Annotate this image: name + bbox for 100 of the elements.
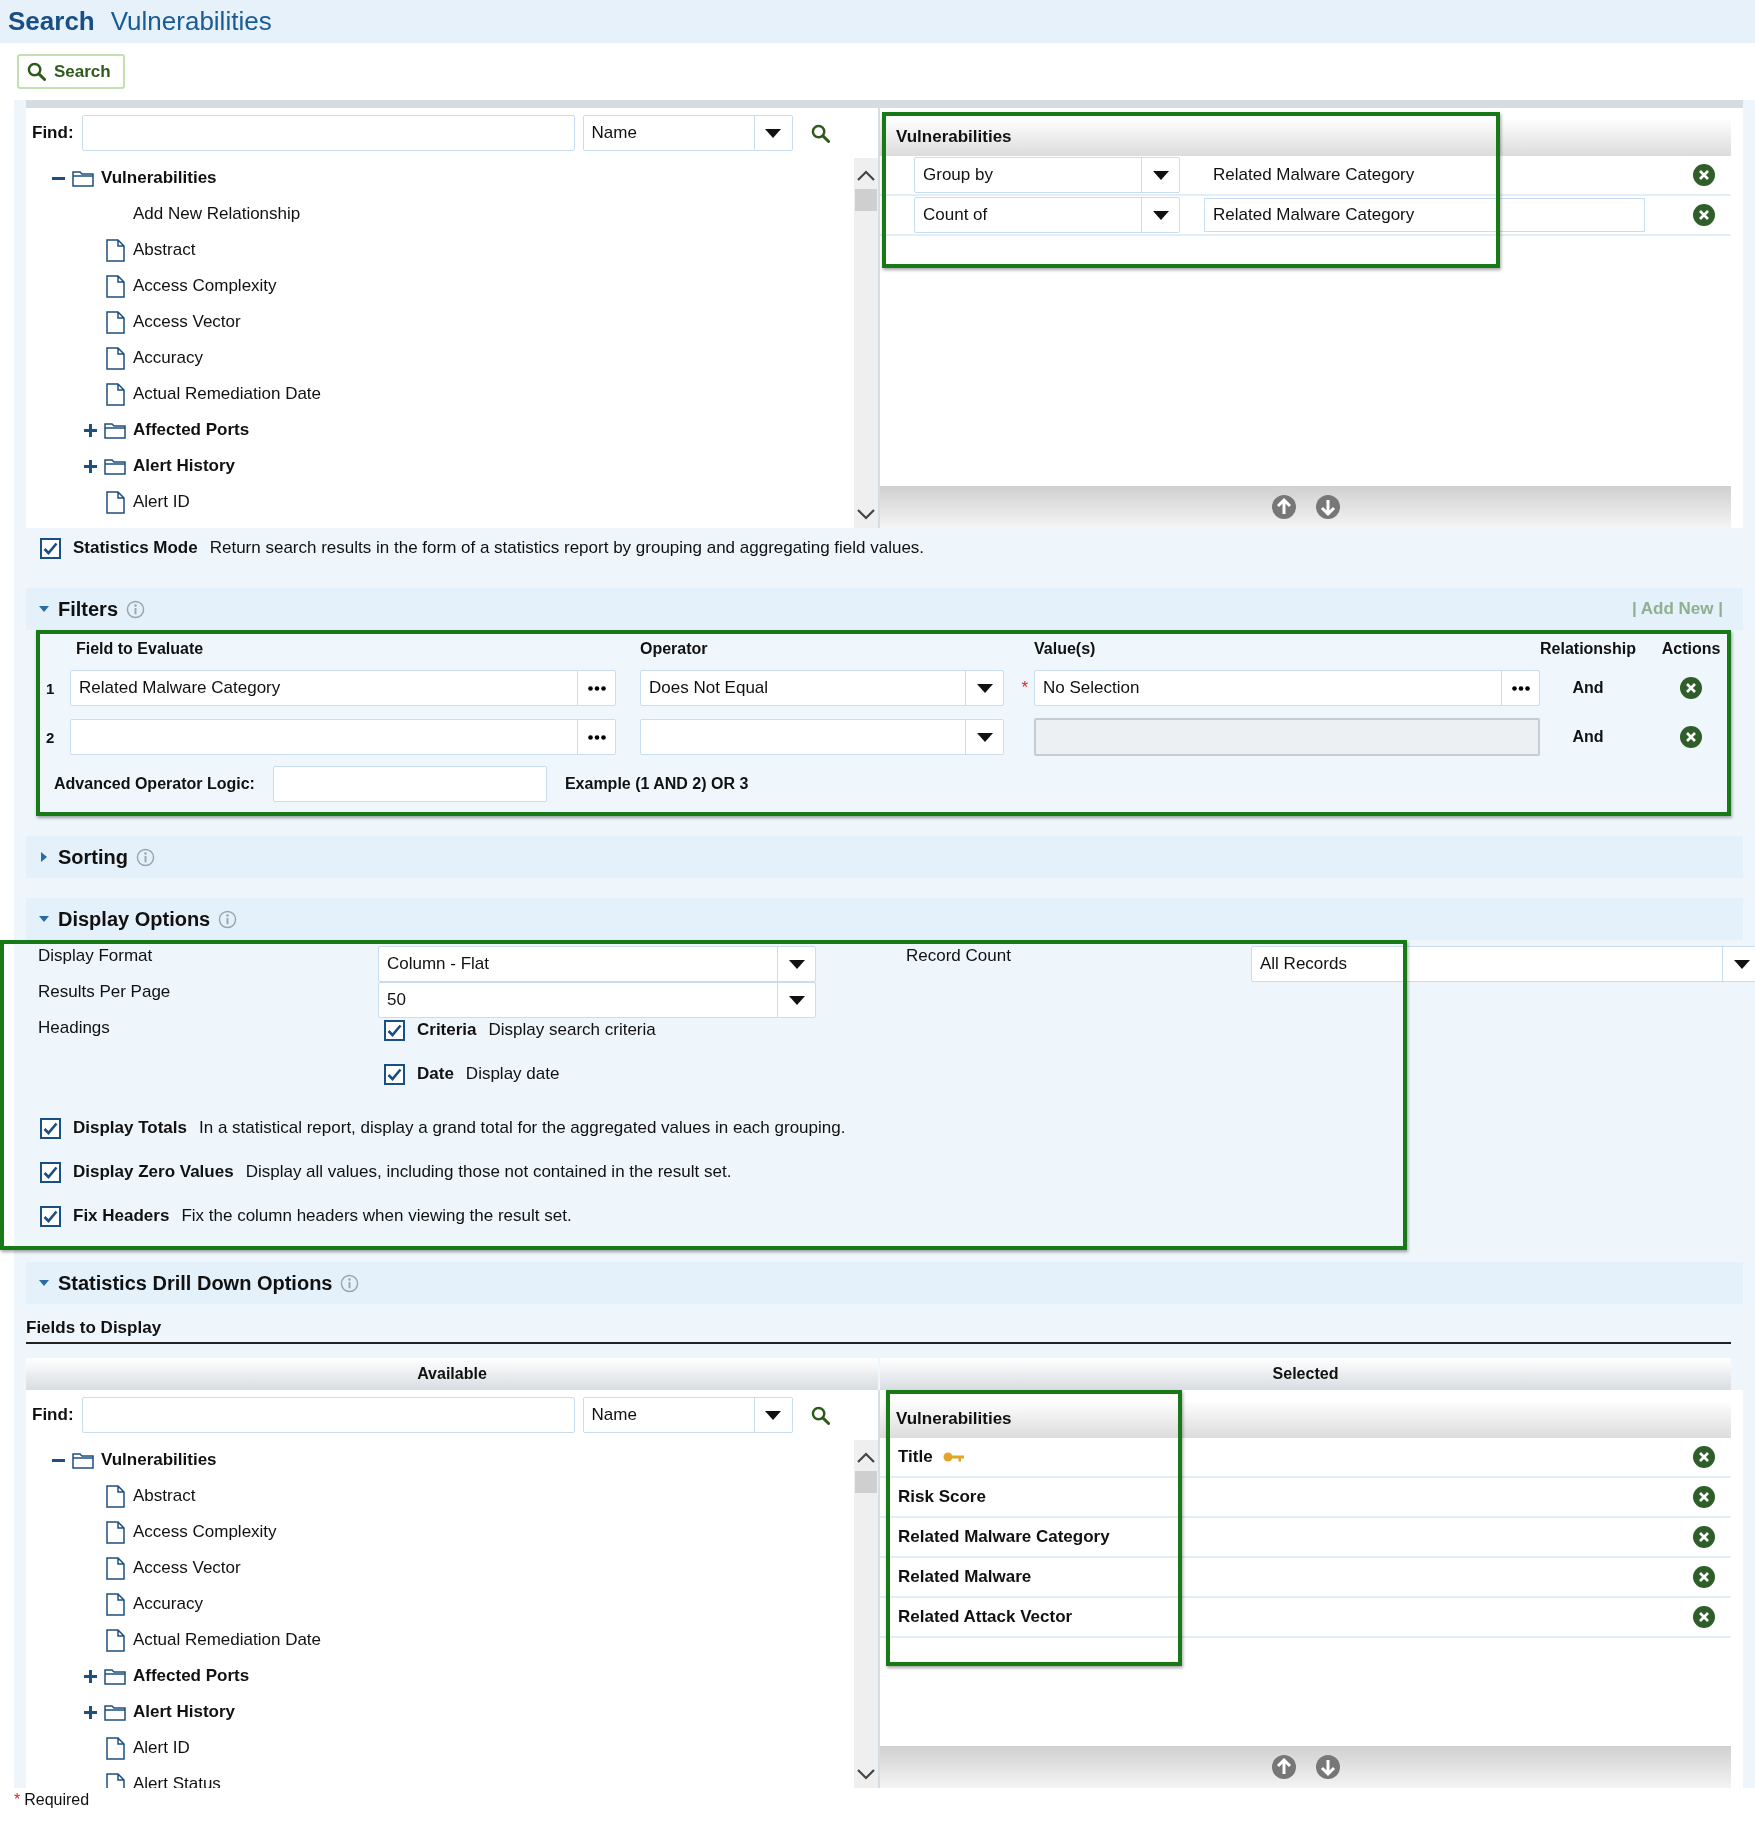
tree-item[interactable]: Accuracy — [133, 348, 203, 368]
document-icon — [105, 1484, 125, 1508]
expand-icon[interactable] — [83, 423, 97, 437]
column-header: Operator — [640, 640, 709, 658]
option-description: Display date — [465, 1064, 560, 1084]
remove-icon[interactable] — [1693, 204, 1715, 226]
find-field[interactable] — [81, 115, 575, 151]
tree-item[interactable]: Vulnerabilities — [101, 1450, 217, 1470]
find-field[interactable] — [81, 1397, 575, 1433]
option-description: Display all values, including those not contained in the result set. — [245, 1162, 732, 1182]
tree-item[interactable]: Abstract — [133, 240, 196, 260]
search-by-dropdown[interactable]: Name — [582, 115, 793, 151]
checkbox[interactable] — [384, 1020, 405, 1041]
scroll-down-icon[interactable] — [857, 1769, 875, 1780]
tree-item[interactable]: Alert ID — [133, 1738, 190, 1758]
operator-dropdown[interactable]: Does Not Equal — [640, 670, 1004, 706]
checkbox[interactable] — [384, 1064, 405, 1085]
expand-icon[interactable] — [83, 459, 97, 473]
results-per-page-dropdown[interactable]: 50 — [378, 982, 816, 1018]
tree-item[interactable]: Accuracy — [133, 1594, 203, 1614]
checkbox[interactable] — [40, 1205, 61, 1227]
tree-item[interactable]: Alert ID — [133, 492, 190, 512]
field-picker[interactable]: Related Malware Category — [70, 670, 616, 706]
scrollbar-thumb[interactable] — [855, 189, 877, 211]
move-up-icon[interactable] — [1271, 495, 1296, 519]
scroll-down-icon[interactable] — [857, 509, 875, 520]
option-label: Criteria — [417, 1020, 477, 1040]
move-up-icon[interactable] — [1271, 1755, 1296, 1779]
logic-field[interactable] — [272, 766, 547, 802]
document-icon — [105, 382, 125, 406]
dropdown-arrow-icon — [788, 995, 805, 1005]
tree-item[interactable]: Abstract — [133, 1486, 196, 1506]
move-down-icon[interactable] — [1315, 495, 1340, 519]
tree-item[interactable]: Access Complexity — [133, 1522, 277, 1542]
column-header: Value(s) — [1034, 640, 1097, 658]
remove-icon[interactable] — [1693, 1606, 1715, 1628]
required-mark: * — [1020, 678, 1029, 698]
column-header: Relationship — [1540, 640, 1636, 658]
tree-item[interactable]: Access Vector — [133, 312, 241, 332]
section-title[interactable]: Statistics Drill Down Options — [58, 1271, 333, 1295]
tree-item[interactable]: Actual Remediation Date — [133, 384, 322, 404]
find-label: Find: — [32, 1405, 74, 1425]
search-icon — [27, 62, 46, 81]
selected-field[interactable]: Title — [898, 1447, 933, 1467]
tree-item[interactable]: Vulnerabilities — [101, 168, 217, 188]
scrollbar-thumb[interactable] — [855, 1471, 877, 1493]
more-icon — [1511, 685, 1530, 691]
expand-icon[interactable] — [83, 1705, 97, 1719]
move-down-icon[interactable] — [1315, 1755, 1340, 1779]
scrollbar[interactable] — [854, 1440, 878, 1788]
record-count-dropdown[interactable]: All Records — [1251, 946, 1755, 982]
section-title[interactable]: Filters — [58, 597, 119, 621]
selected-field[interactable]: Related Attack Vector — [898, 1607, 1073, 1627]
tree-item[interactable]: Alert History — [133, 456, 236, 476]
tree-item[interactable]: Actual Remediation Date — [133, 1630, 322, 1650]
tree-item[interactable]: Access Complexity — [133, 276, 277, 296]
section-title[interactable]: Display Options — [58, 907, 211, 931]
dropdown-arrow-icon — [1152, 170, 1169, 180]
remove-icon[interactable] — [1693, 1486, 1715, 1508]
aggregation-dropdown[interactable]: Group by — [914, 157, 1180, 193]
remove-icon[interactable] — [1693, 1526, 1715, 1548]
dropdown-arrow-icon — [1733, 959, 1750, 969]
tree-item[interactable]: Affected Ports — [133, 420, 250, 440]
field-input[interactable]: Related Malware Category — [1204, 198, 1645, 232]
remove-icon[interactable] — [1680, 726, 1702, 748]
field-label: Headings — [38, 1018, 111, 1039]
selected-field[interactable]: Related Malware — [898, 1567, 1032, 1587]
remove-icon[interactable] — [1693, 1566, 1715, 1588]
search-button[interactable]: Search — [17, 54, 125, 89]
display-format-dropdown[interactable]: Column - Flat — [378, 946, 816, 982]
document-icon — [105, 490, 125, 514]
key-icon — [942, 1451, 965, 1463]
field-name: Related Malware Category — [1212, 164, 1416, 186]
scroll-up-icon[interactable] — [857, 170, 875, 181]
search-by-dropdown[interactable]: Name — [582, 1397, 793, 1433]
selected-field[interactable]: Related Malware Category — [898, 1527, 1110, 1547]
value-picker[interactable]: No Selection — [1034, 670, 1540, 706]
logic-example: Example (1 AND 2) OR 3 — [564, 775, 749, 793]
field-label: Display Format — [38, 946, 154, 967]
column-header: Available — [26, 1358, 878, 1390]
checkbox[interactable] — [40, 1161, 61, 1183]
tree-item[interactable]: Alert History — [133, 1702, 236, 1722]
tree-item[interactable]: Access Vector — [133, 1558, 241, 1578]
scrollbar[interactable] — [854, 158, 878, 528]
field-picker[interactable] — [70, 719, 616, 755]
aggregation-dropdown[interactable]: Count of — [914, 197, 1180, 233]
checkbox[interactable] — [40, 1117, 61, 1139]
option-description: Display search criteria — [488, 1020, 656, 1040]
tree-item[interactable]: Affected Ports — [133, 1666, 250, 1686]
section-title[interactable]: Sorting — [58, 845, 128, 869]
selected-field[interactable]: Risk Score — [898, 1487, 986, 1507]
scroll-up-icon[interactable] — [857, 1452, 875, 1463]
checkbox[interactable] — [40, 537, 61, 559]
expand-icon[interactable] — [83, 1669, 97, 1683]
remove-icon[interactable] — [1693, 1446, 1715, 1468]
remove-icon[interactable] — [1693, 164, 1715, 186]
remove-icon[interactable] — [1680, 677, 1702, 699]
folder-icon — [72, 1451, 94, 1469]
add-relationship-link[interactable]: Add New Relationship — [133, 204, 301, 224]
search-icon — [811, 123, 831, 143]
